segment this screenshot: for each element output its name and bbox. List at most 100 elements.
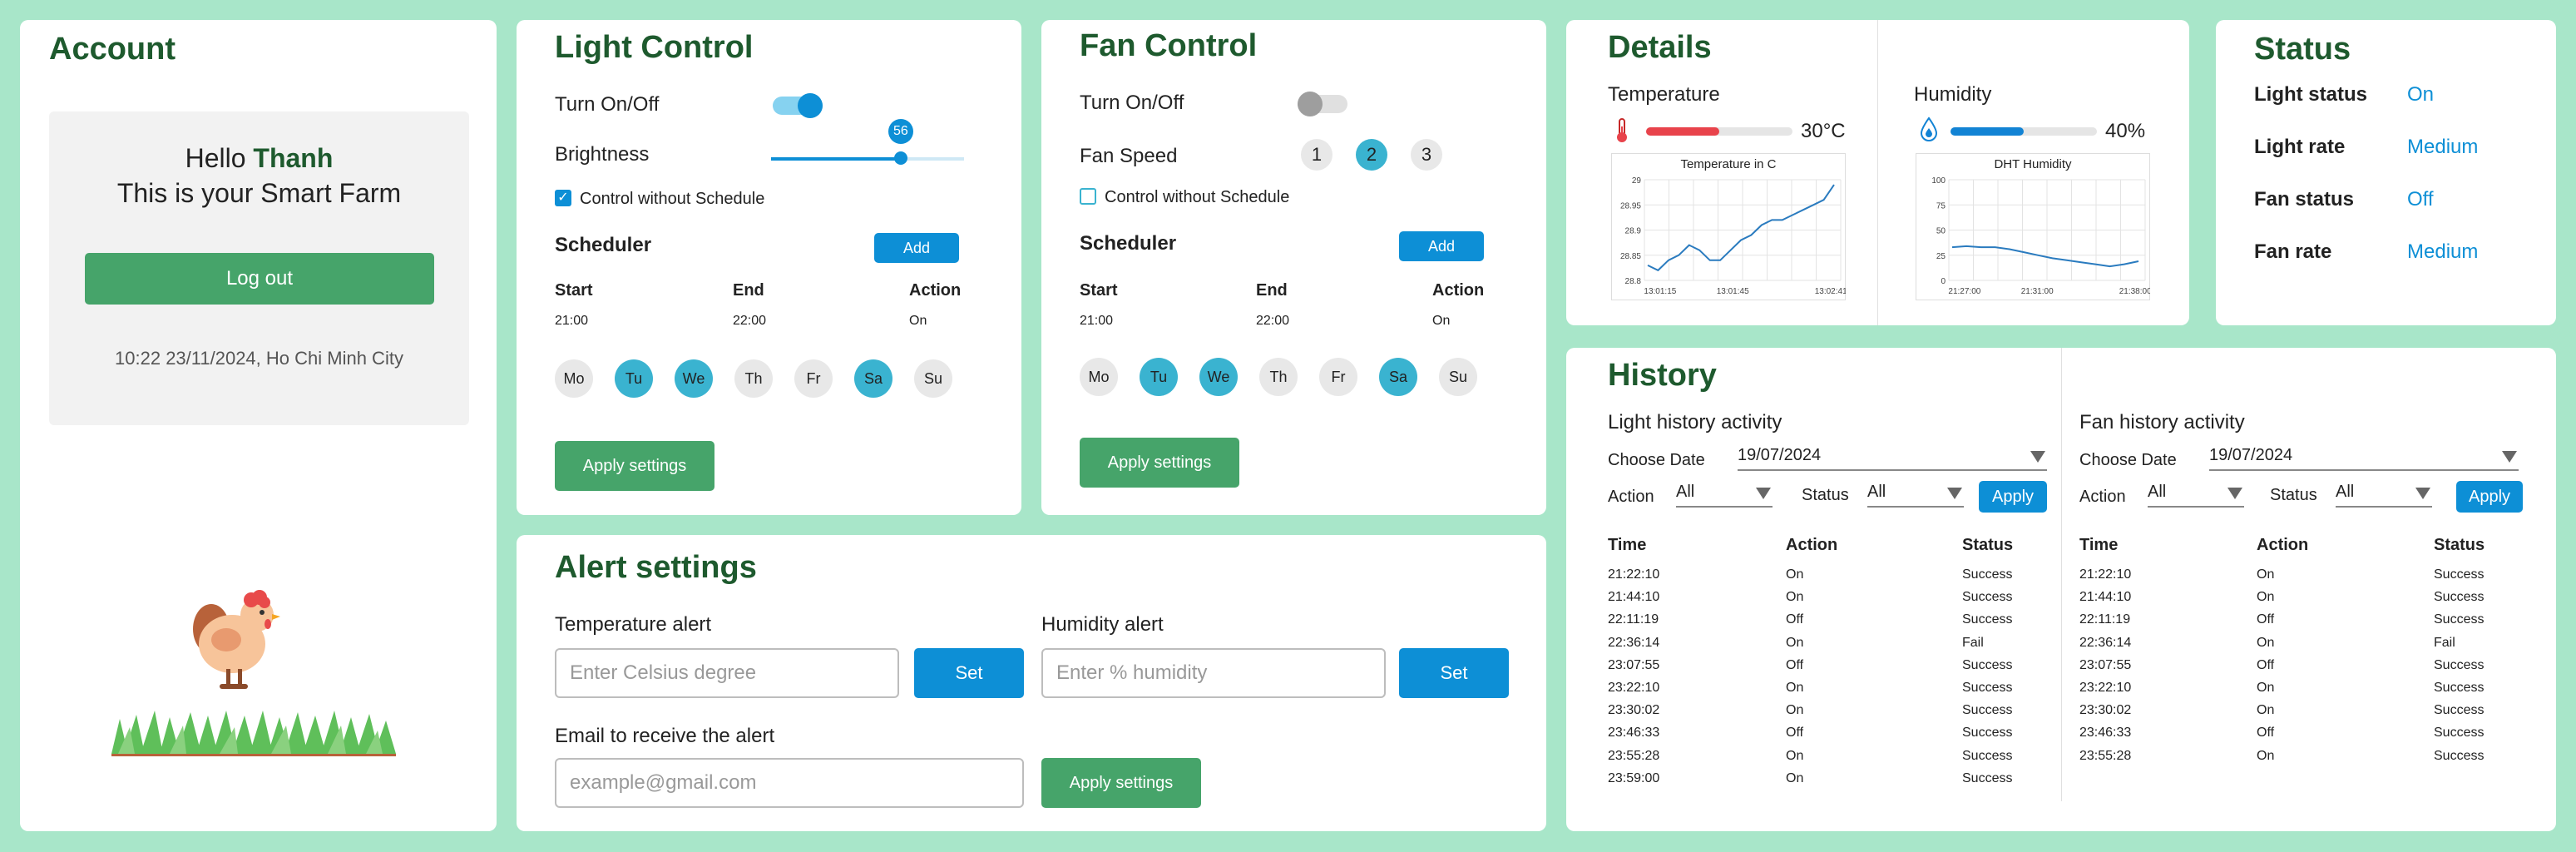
fan-status-filter-label: Status xyxy=(2270,486,2317,504)
temperature-set-button[interactable]: Set xyxy=(914,648,1024,698)
fan-day-su[interactable]: Su xyxy=(1439,358,1477,396)
fan-add-button[interactable]: Add xyxy=(1399,231,1484,261)
light-day-mo[interactable]: Mo xyxy=(555,359,593,398)
fan-day-sa[interactable]: Sa xyxy=(1379,358,1417,396)
email-alert-input[interactable]: example@gmail.com xyxy=(555,758,1024,808)
light-status-filter-label: Status xyxy=(1802,486,1849,504)
x-tick-label: 13:02:41 xyxy=(1815,287,1846,296)
light-schedule-checkbox[interactable]: ✓ xyxy=(555,190,571,206)
row-action: On xyxy=(2257,681,2275,695)
row-status: Success xyxy=(2434,612,2485,627)
fan-header-status: Status xyxy=(2434,536,2485,554)
row-status: Success xyxy=(2434,726,2485,741)
brightness-fill xyxy=(771,157,901,161)
fan-col-end: End xyxy=(1256,281,1288,300)
light-header-action: Action xyxy=(1786,536,1838,554)
light-action-label: Action xyxy=(1608,488,1654,506)
fan-day-fr[interactable]: Fr xyxy=(1319,358,1357,396)
light-date-select[interactable]: 19/07/2024 xyxy=(1738,446,2047,471)
humidity-chart: DHT Humidity 0 25 50 75 100 21:27:00 21:31:00 21… xyxy=(1916,153,2150,300)
y-tick-label: 28.8 xyxy=(1625,277,1642,286)
light-day-tu[interactable]: Tu xyxy=(615,359,653,398)
fan-day-tu[interactable]: Tu xyxy=(1140,358,1178,396)
x-tick-label: 21:27:00 xyxy=(1948,287,1980,296)
history-divider xyxy=(2061,348,2062,801)
fan-schedule-start: 21:00 xyxy=(1080,314,1114,328)
light-apply-button[interactable]: Apply settings xyxy=(555,441,714,491)
row-status: Success xyxy=(1962,748,2013,763)
grass-icon xyxy=(111,711,396,756)
y-tick-label: 28.95 xyxy=(1620,201,1641,211)
y-tick-label: 28.85 xyxy=(1620,252,1641,261)
row-action: On xyxy=(1786,703,1804,718)
fan-apply-button[interactable]: Apply settings xyxy=(1080,438,1239,488)
light-status-label: Light status xyxy=(2254,83,2367,106)
light-rate-label: Light rate xyxy=(2254,136,2346,158)
row-status: Success xyxy=(2434,590,2485,605)
fan-speed-1[interactable]: 1 xyxy=(1301,139,1332,171)
humidity-bar-fill xyxy=(1951,127,2024,136)
fan-rate-label: Fan rate xyxy=(2254,240,2332,263)
light-toggle[interactable] xyxy=(773,93,823,118)
humidity-alert-input[interactable]: Enter % humidity xyxy=(1041,648,1386,698)
y-tick-label: 25 xyxy=(1936,252,1946,261)
row-action: On xyxy=(2257,748,2275,763)
chevron-down-icon xyxy=(2227,488,2242,499)
light-col-start: Start xyxy=(555,281,593,300)
logout-button[interactable]: Log out xyxy=(85,253,434,305)
alert-apply-button[interactable]: Apply settings xyxy=(1041,758,1201,808)
row-action: On xyxy=(1786,770,1804,785)
greeting-hello: Hello xyxy=(185,143,246,173)
fan-filter-apply-button[interactable]: Apply xyxy=(2456,481,2523,513)
light-schedule-action: On xyxy=(909,314,927,328)
fan-action-select[interactable]: All xyxy=(2148,483,2244,508)
row-time: 21:44:10 xyxy=(1608,590,1660,605)
row-time: 21:22:10 xyxy=(2079,567,2132,582)
row-status: Success xyxy=(1962,681,2013,695)
light-day-su[interactable]: Su xyxy=(914,359,952,398)
temperature-alert-label: Temperature alert xyxy=(555,613,712,636)
fan-day-th[interactable]: Th xyxy=(1259,358,1298,396)
x-tick-label: 21:38:00 xyxy=(2119,287,2150,296)
fan-toggle[interactable] xyxy=(1298,92,1347,116)
light-status-select[interactable]: All xyxy=(1867,483,1964,508)
light-status-filter-value: All xyxy=(1867,483,1886,501)
y-tick-label: 0 xyxy=(1941,277,1946,286)
row-action: Off xyxy=(2257,726,2275,741)
row-action: On xyxy=(2257,635,2275,650)
light-day-th[interactable]: Th xyxy=(734,359,773,398)
fan-status-select[interactable]: All xyxy=(2336,483,2432,508)
row-action: On xyxy=(2257,567,2275,582)
light-day-fr[interactable]: Fr xyxy=(794,359,833,398)
fan-day-mo[interactable]: Mo xyxy=(1080,358,1118,396)
light-day-sa[interactable]: Sa xyxy=(854,359,892,398)
light-control-card: Light Control Turn On/Off Brightness 56 … xyxy=(517,20,1021,515)
brightness-slider[interactable]: 56 xyxy=(771,119,964,165)
light-header-time: Time xyxy=(1608,536,1647,554)
light-action-select[interactable]: All xyxy=(1676,483,1773,508)
row-time: 23:46:33 xyxy=(1608,726,1660,741)
light-filter-apply-button[interactable]: Apply xyxy=(1979,481,2047,513)
light-day-we[interactable]: We xyxy=(675,359,713,398)
brightness-value: 56 xyxy=(892,124,908,138)
brightness-thumb[interactable] xyxy=(893,151,907,165)
light-add-button[interactable]: Add xyxy=(874,233,959,263)
humidity-alert-label: Humidity alert xyxy=(1041,613,1164,636)
fan-speed-2[interactable]: 2 xyxy=(1356,139,1387,171)
y-tick-label: 28.9 xyxy=(1625,227,1642,236)
row-action: Off xyxy=(2257,612,2275,627)
email-alert-label: Email to receive the alert xyxy=(555,725,775,747)
farm-subtitle: This is your Smart Farm xyxy=(116,178,402,208)
row-time: 22:36:14 xyxy=(2079,635,2132,650)
fan-schedule-checkbox[interactable] xyxy=(1080,188,1096,205)
row-status: Success xyxy=(2434,703,2485,718)
temperature-alert-input[interactable]: Enter Celsius degree xyxy=(555,648,899,698)
light-schedule-checkbox-label: Control without Schedule xyxy=(580,190,765,208)
fan-speed-3[interactable]: 3 xyxy=(1411,139,1442,171)
humidity-set-button[interactable]: Set xyxy=(1399,648,1509,698)
row-action: On xyxy=(1786,590,1804,605)
alert-settings-card: Alert settings Temperature alert Enter C… xyxy=(517,535,1546,831)
fan-date-select[interactable]: 19/07/2024 xyxy=(2209,446,2519,471)
fan-action-label: Action xyxy=(2079,488,2126,506)
fan-day-we[interactable]: We xyxy=(1199,358,1238,396)
